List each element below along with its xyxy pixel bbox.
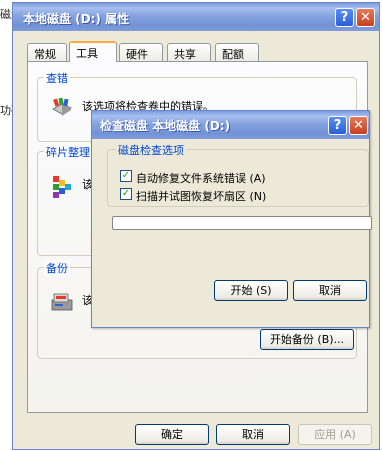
check-disk-title-bar[interactable]: 检查磁盘 本地磁盘 (D:) ? ✕ [92,111,369,139]
auto-fix-label: 自动修复文件系统错误 (A) [136,172,266,185]
cancel-button[interactable]: 取消 [216,424,290,445]
check-progress-bar [112,216,372,230]
ok-button[interactable]: 确定 [135,424,209,445]
disk-check-options-group: 磁盘检查选项 ✓ 自动修复文件系统错误 (A) ✓ 扫描并试图恢复坏扇区 (N) [107,142,369,207]
tab-quota[interactable]: 配额 [215,43,259,61]
title-bar[interactable]: 本地磁盘 (D:) 属性 ? ✕ [13,3,379,31]
help-button[interactable]: ? [328,116,347,135]
backup-label: 备份 [44,260,70,276]
apply-button[interactable]: 应用 (A) [298,424,372,445]
tab-sharing[interactable]: 共享 [167,43,211,61]
tab-general[interactable]: 常规 [27,43,67,61]
dialog-title: 本地磁盘 (D:) 属性 [23,12,130,26]
defrag-label: 碎片整理 [44,144,92,160]
start-button[interactable]: 开始 (S) [214,280,288,301]
check-disk-title: 检查磁盘 本地磁盘 (D:) [100,119,231,133]
close-button[interactable]: ✕ [356,8,375,27]
disk-check-options-label: 磁盘检查选项 [116,142,186,158]
error-check-label: 查错 [44,70,70,86]
scan-recover-label: 扫描并试图恢复坏扇区 (N) [136,190,267,203]
disk-check-icon [50,95,74,119]
defrag-icon [50,174,74,198]
close-button[interactable]: ✕ [349,116,368,135]
check-cancel-button[interactable]: 取消 [293,280,367,301]
auto-fix-checkbox[interactable]: ✓ [120,170,132,182]
tab-tools[interactable]: 工具 [69,41,117,62]
start-backup-button[interactable]: 开始备份 (B)... [260,329,354,350]
backup-icon [50,288,74,312]
check-disk-dialog: 检查磁盘 本地磁盘 (D:) ? ✕ 磁盘检查选项 ✓ 自动修复文件系统错误 (… [91,110,372,328]
help-button[interactable]: ? [335,8,354,27]
tab-hardware[interactable]: 硬件 [119,43,163,61]
scan-recover-checkbox[interactable]: ✓ [120,188,132,200]
